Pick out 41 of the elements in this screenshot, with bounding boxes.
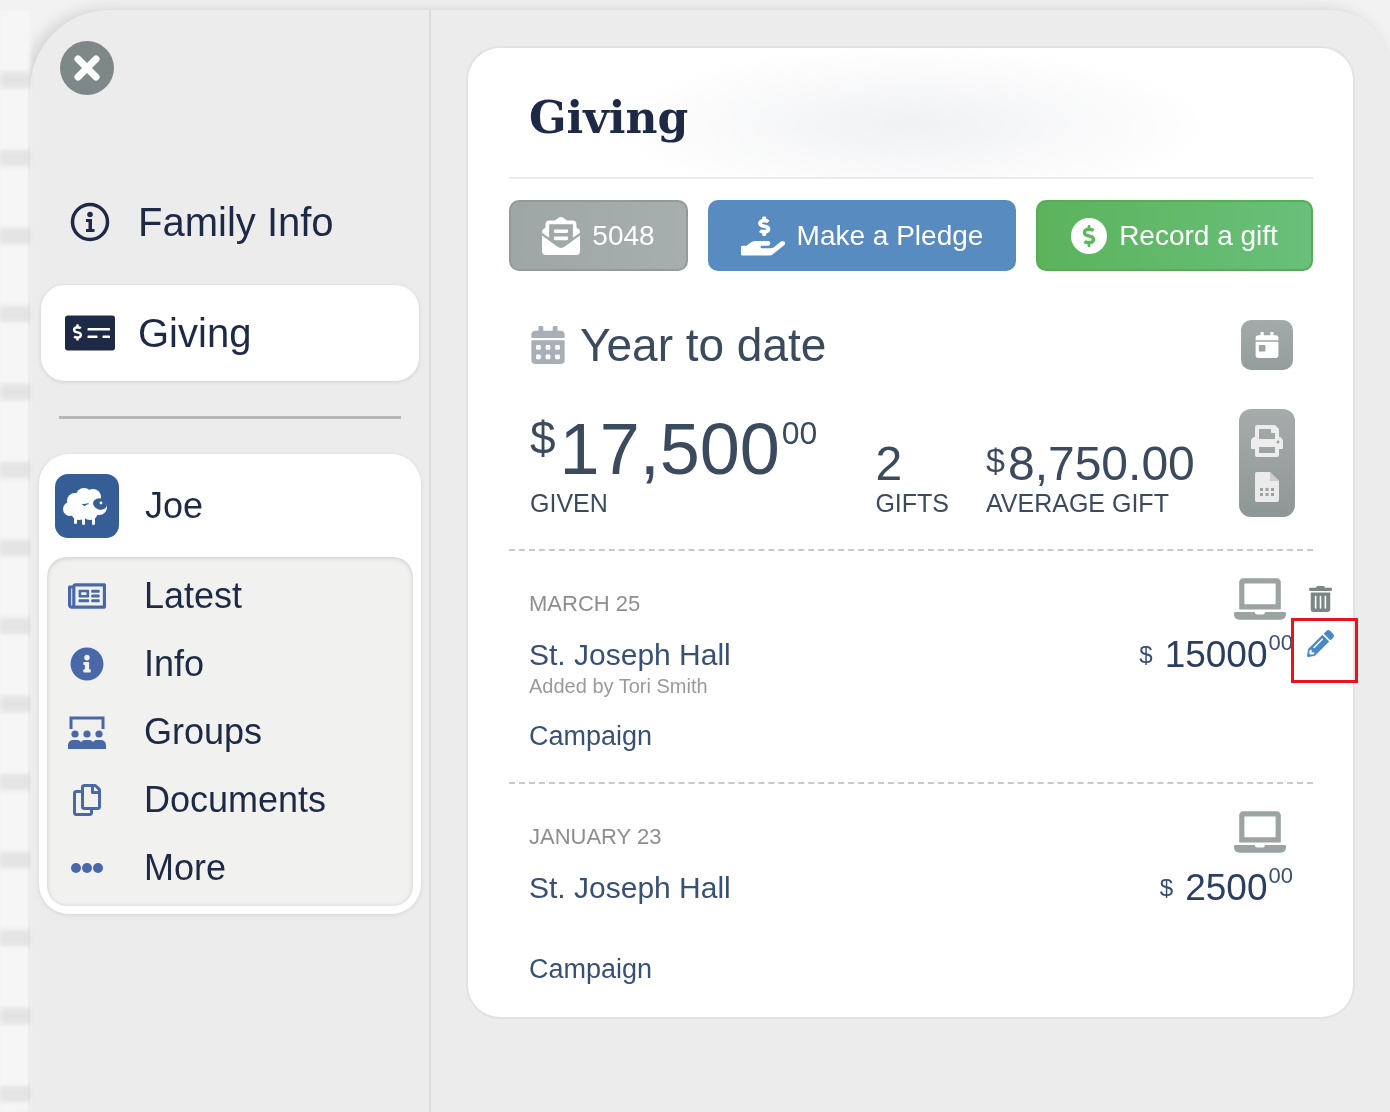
person-name: Joe xyxy=(145,485,204,527)
gift-date: MARCH 25 xyxy=(529,590,641,618)
dollar-circle-icon xyxy=(1071,217,1108,254)
pencil-icon[interactable] xyxy=(1306,630,1334,657)
gift-type: Campaign xyxy=(529,953,653,986)
laptop-icon xyxy=(1234,811,1286,853)
fund-name: St. Joseph Hall xyxy=(529,870,731,906)
gift-count: 2 xyxy=(875,439,904,489)
pledge-button[interactable]: Make a Pledge xyxy=(708,200,1016,271)
file-icon[interactable] xyxy=(1255,471,1279,502)
hand-dollar-icon xyxy=(740,213,785,258)
group-icon xyxy=(67,715,107,749)
menu-item[interactable]: Info xyxy=(47,630,413,698)
close-icon[interactable] xyxy=(60,41,114,95)
stat-label: GIVEN xyxy=(530,489,609,517)
fund-name: St. Joseph Hall xyxy=(529,637,731,673)
calendar-icon xyxy=(529,326,567,364)
sidebar-item[interactable]: Giving xyxy=(41,285,419,381)
gift-date: JANUARY 23 xyxy=(529,823,662,851)
info-icon xyxy=(70,202,110,242)
more-icon xyxy=(71,863,103,873)
sidebar-item[interactable]: Family Info xyxy=(41,174,419,270)
envelope-icon xyxy=(542,216,581,255)
info-icon xyxy=(70,647,104,681)
menu-item[interactable]: Groups xyxy=(47,698,413,766)
menu-item[interactable]: Documents xyxy=(47,766,413,834)
added-by-text: Added by Tori Smith xyxy=(529,675,708,697)
sheep-icon xyxy=(55,474,119,538)
calendar-button[interactable] xyxy=(1241,320,1293,370)
stat-label: GIFTS xyxy=(875,489,949,517)
print-icon[interactable] xyxy=(1251,424,1283,457)
menu-item[interactable]: Latest xyxy=(47,562,413,630)
section-heading: Year to date xyxy=(580,320,827,370)
stat-label: AVERAGE GIFT xyxy=(986,489,1170,517)
gift-type: Campaign xyxy=(529,720,653,753)
calendar-icon xyxy=(1254,332,1280,358)
laptop-icon xyxy=(1234,578,1286,620)
documents-icon xyxy=(71,784,103,816)
menu-item[interactable]: More xyxy=(47,834,413,902)
trash-icon[interactable] xyxy=(1308,586,1332,612)
page-title: Giving xyxy=(529,91,689,145)
